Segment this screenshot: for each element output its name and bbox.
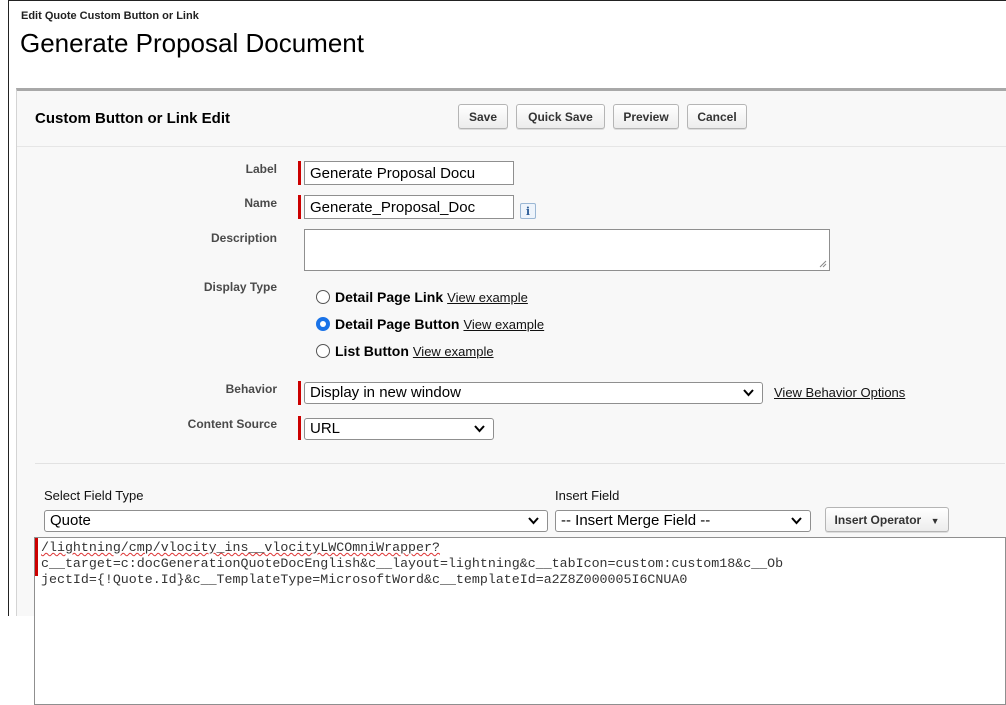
radio-option-list-button[interactable]: List Button View example — [316, 343, 494, 359]
radio-option-label: List Button — [335, 343, 409, 359]
view-example-link[interactable]: View example — [413, 344, 494, 359]
label-input[interactable]: Generate Proposal Docu — [304, 161, 514, 185]
resize-grip-icon[interactable] — [819, 260, 827, 268]
behavior-field-label: Behavior — [225, 382, 277, 396]
radio-button[interactable] — [316, 290, 330, 304]
quick-save-button[interactable]: Quick Save — [516, 104, 605, 129]
required-indicator — [298, 381, 301, 405]
select-field-type-label: Select Field Type — [44, 488, 144, 503]
code-line: jectId={!Quote.Id}&c__TemplateType=Micro… — [41, 572, 688, 587]
page-title: Generate Proposal Document — [20, 28, 364, 58]
view-example-link[interactable]: View example — [463, 317, 544, 332]
radio-button[interactable] — [316, 344, 330, 358]
caret-down-icon: ▼ — [930, 515, 940, 526]
radio-option-detail-page-link[interactable]: Detail Page Link View example — [316, 289, 528, 305]
page-subtitle: Edit Quote Custom Button or Link — [21, 10, 199, 22]
chevron-down-icon — [743, 383, 754, 397]
content-source-select[interactable]: URL — [304, 418, 494, 440]
panel-header: Custom Button or Link Edit Save Quick Sa… — [17, 91, 1006, 147]
radio-button-selected[interactable] — [316, 317, 330, 331]
behavior-select-value: Display in new window — [310, 384, 461, 401]
required-indicator — [35, 538, 38, 576]
cancel-button[interactable]: Cancel — [687, 104, 747, 129]
save-button[interactable]: Save — [458, 104, 508, 129]
insert-merge-field-value: -- Insert Merge Field -- — [561, 512, 711, 529]
required-indicator — [298, 416, 301, 440]
description-field-label: Description — [210, 231, 277, 245]
content-source-select-value: URL — [310, 420, 341, 437]
preview-button[interactable]: Preview — [613, 104, 679, 129]
name-field-label: Name — [244, 196, 277, 210]
chevron-down-icon — [474, 419, 485, 433]
insert-operator-button[interactable]: Insert Operator ▼ — [825, 507, 949, 532]
info-icon[interactable]: i — [520, 203, 536, 219]
select-field-type-value: Quote — [50, 512, 91, 529]
radio-option-detail-page-button[interactable]: Detail Page Button View example — [316, 316, 544, 332]
insert-merge-field-select[interactable]: -- Insert Merge Field -- — [555, 510, 811, 532]
formula-editor[interactable]: /lightning/cmp/vlocity_ins__vlocityLWCOm… — [34, 537, 1006, 705]
radio-option-label: Detail Page Button — [335, 316, 460, 332]
content-source-field-label: Content Source — [187, 417, 277, 431]
insert-field-label: Insert Field — [555, 488, 620, 503]
radio-option-label: Detail Page Link — [335, 289, 444, 305]
insert-operator-label: Insert Operator — [834, 512, 922, 527]
code-line: /lightning/cmp/vlocity_ins__vlocityLWCOm… — [41, 540, 440, 555]
required-indicator — [298, 161, 301, 185]
view-example-link[interactable]: View example — [447, 290, 528, 305]
name-input[interactable]: Generate_Proposal_Doc — [304, 195, 514, 219]
section-divider — [35, 463, 1005, 464]
description-textarea[interactable] — [304, 229, 830, 271]
chevron-down-icon — [528, 511, 539, 525]
view-behavior-options-link[interactable]: View Behavior Options — [774, 385, 905, 400]
display-type-field-label: Display Type — [203, 280, 277, 294]
code-line: c__target=c:docGenerationQuoteDocEnglish… — [41, 556, 784, 571]
behavior-select[interactable]: Display in new window — [304, 382, 763, 404]
panel-title: Custom Button or Link Edit — [35, 110, 230, 127]
select-field-type-select[interactable]: Quote — [44, 510, 548, 532]
chevron-down-icon — [791, 511, 802, 525]
required-indicator — [298, 195, 301, 219]
label-field-label: Label — [245, 162, 277, 176]
